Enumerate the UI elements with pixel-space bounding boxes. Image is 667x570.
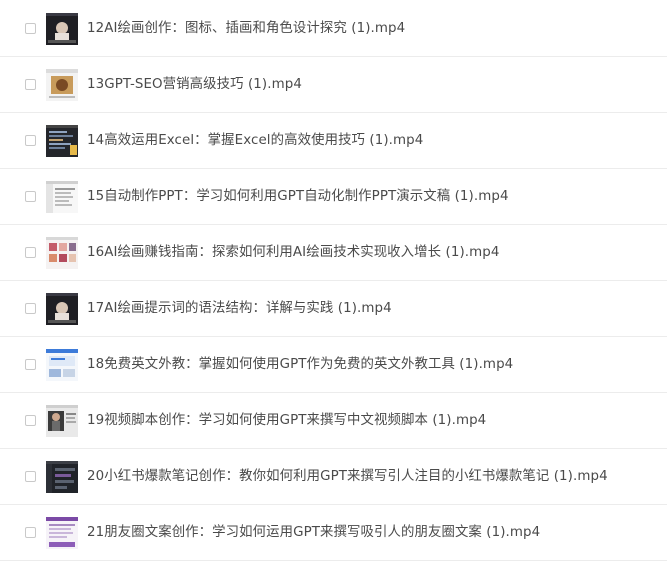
select-checkbox[interactable] [25, 303, 36, 314]
file-name[interactable]: 18免费英文外教：掌握如何使用GPT作为免费的英文外教工具 (1).mp4 [87, 355, 513, 375]
file-row[interactable]: 18免费英文外教：掌握如何使用GPT作为免费的英文外教工具 (1).mp4 [0, 337, 667, 393]
select-checkbox[interactable] [25, 471, 36, 482]
select-checkbox[interactable] [25, 79, 36, 90]
select-checkbox[interactable] [25, 527, 36, 538]
video-thumbnail[interactable] [46, 517, 78, 549]
file-row[interactable]: 13GPT-SEO营销高级技巧 (1).mp4 [0, 57, 667, 113]
file-row[interactable]: 16AI绘画赚钱指南：探索如何利用AI绘画技术实现收入增长 (1).mp4 [0, 225, 667, 281]
video-thumbnail[interactable] [46, 461, 78, 493]
file-row[interactable]: 12AI绘画创作：图标、插画和角色设计探究 (1).mp4 [0, 1, 667, 57]
file-list: 12AI绘画创作：图标、插画和角色设计探究 (1).mp4 13GPT-SEO营… [0, 0, 667, 570]
video-thumbnail[interactable] [46, 349, 78, 381]
select-checkbox[interactable] [25, 247, 36, 258]
select-checkbox[interactable] [25, 23, 36, 34]
file-name[interactable]: 21朋友圈文案创作：学习如何运用GPT来撰写吸引人的朋友圈文案 (1).mp4 [87, 523, 540, 543]
file-name[interactable]: 20小红书爆款笔记创作：教你如何利用GPT来撰写引人注目的小红书爆款笔记 (1)… [87, 467, 608, 487]
video-thumbnail[interactable] [46, 69, 78, 101]
video-thumbnail[interactable] [46, 405, 78, 437]
file-name[interactable]: 16AI绘画赚钱指南：探索如何利用AI绘画技术实现收入增长 (1).mp4 [87, 243, 500, 263]
video-thumbnail[interactable] [46, 13, 78, 45]
video-thumbnail[interactable] [46, 237, 78, 269]
select-checkbox[interactable] [25, 359, 36, 370]
file-name[interactable]: 15自动制作PPT：学习如何利用GPT自动化制作PPT演示文稿 (1).mp4 [87, 187, 509, 207]
file-row[interactable]: 20小红书爆款笔记创作：教你如何利用GPT来撰写引人注目的小红书爆款笔记 (1)… [0, 449, 667, 505]
file-row[interactable]: 19视频脚本创作：学习如何使用GPT来撰写中文视频脚本 (1).mp4 [0, 393, 667, 449]
file-row[interactable]: 21朋友圈文案创作：学习如何运用GPT来撰写吸引人的朋友圈文案 (1).mp4 [0, 505, 667, 561]
select-checkbox[interactable] [25, 135, 36, 146]
file-row[interactable]: 17AI绘画提示词的语法结构：详解与实践 (1).mp4 [0, 281, 667, 337]
video-thumbnail[interactable] [46, 181, 78, 213]
file-row[interactable]: 15自动制作PPT：学习如何利用GPT自动化制作PPT演示文稿 (1).mp4 [0, 169, 667, 225]
file-name[interactable]: 13GPT-SEO营销高级技巧 (1).mp4 [87, 75, 302, 95]
file-name[interactable]: 17AI绘画提示词的语法结构：详解与实践 (1).mp4 [87, 299, 392, 319]
select-checkbox[interactable] [25, 191, 36, 202]
select-checkbox[interactable] [25, 415, 36, 426]
file-name[interactable]: 19视频脚本创作：学习如何使用GPT来撰写中文视频脚本 (1).mp4 [87, 411, 486, 431]
file-name[interactable]: 14高效运用Excel：掌握Excel的高效使用技巧 (1).mp4 [87, 131, 423, 151]
file-name[interactable]: 12AI绘画创作：图标、插画和角色设计探究 (1).mp4 [87, 19, 405, 39]
file-row[interactable]: 14高效运用Excel：掌握Excel的高效使用技巧 (1).mp4 [0, 113, 667, 169]
video-thumbnail[interactable] [46, 125, 78, 157]
video-thumbnail[interactable] [46, 293, 78, 325]
